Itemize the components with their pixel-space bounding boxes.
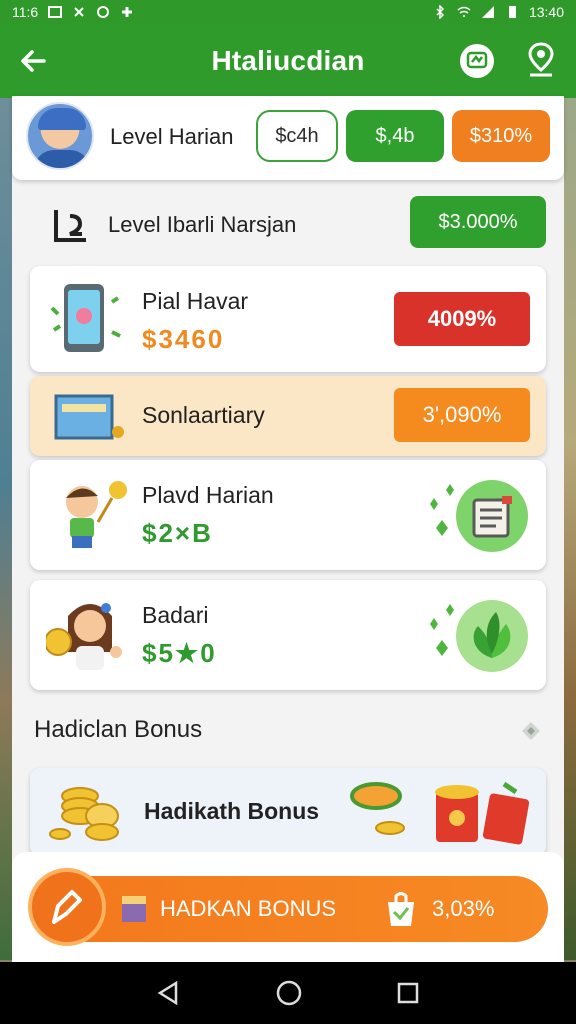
collect-bonus-button[interactable]: HADKAN BONUS 3,03% [28,868,548,946]
reward-1-amount: $3460 [142,324,225,354]
main-panel: Level Harian $c4h $,4b $310% Level Ibarl… [12,96,564,966]
bonus-section-title: Hadiclan Bonus [34,716,203,743]
reward-1-title: Pial Havar [142,288,249,314]
wifi-icon [97,6,110,18]
status-bar: 11:6 13:40 [0,0,576,24]
app-bar: Htaliucdian [0,24,576,98]
reward-card-2[interactable]: Sonlaartiary 3',090% [30,376,546,456]
reward-card-1[interactable]: Pial Havar $3460 4009% [30,266,546,372]
shopping-bag-icon [388,892,414,926]
system-nav-bar [0,962,576,1024]
bluetooth-icon [74,7,84,17]
document-badge-icon [430,480,528,552]
reward-3-title: Plavd Harian [142,482,274,508]
gift-boxes-icon [350,781,530,845]
bonus-bar-label: HADKAN BONUS [160,896,337,921]
level-orange-button[interactable]: $310% [452,110,550,162]
bonus-card-title: Hadikath Bonus [144,798,320,824]
level-row: Level Ibarli Narsjan $3.000% [30,196,546,258]
girl-character-icon [46,603,122,670]
crate-icon [54,394,124,440]
level-chart-icon [54,210,86,242]
reward-2-title: Sonlaartiary [142,402,265,428]
level-row-button[interactable]: $3.000% [410,196,546,248]
wifi-signal-icon [457,6,471,17]
location-pin-icon[interactable] [526,42,556,78]
battery-icon [508,6,516,18]
avatar-shirt [34,150,90,168]
level-card: Level Harian $c4h $,4b $310% [12,96,564,180]
back-arrow-icon[interactable] [18,46,48,76]
bonus-bar-value: 3,03% [432,896,495,921]
bluetooth-icon [436,5,445,19]
plus-icon [122,7,133,17]
cell-signal-icon [481,6,494,18]
level-row-label: Level Ibarli Narsjan [108,212,297,237]
home-circle-icon[interactable] [275,979,303,1007]
level-label: Level Harian [110,124,234,149]
gift-box-icon [122,896,146,922]
reward-card-4[interactable]: Badari $5★0 [30,580,546,690]
reward-card-3[interactable]: Plavd Harian $2×B [30,460,546,570]
leaf-badge-icon [430,600,528,672]
level-outline-button[interactable]: $c4h [256,110,338,162]
avatar [26,102,94,170]
status-time-right: 13:40 [528,4,564,20]
reward-4-amount: $5★0 [142,638,217,668]
coins-icon [49,787,119,841]
image-icon [48,6,63,18]
chat-icon[interactable] [460,44,494,78]
back-triangle-icon[interactable] [156,980,182,1006]
pen-icon [52,890,82,924]
kid-character-icon [66,481,127,548]
chat-glyph-icon [466,51,488,69]
reward-4-title: Badari [142,602,209,628]
reward-1-button[interactable]: 4009% [394,292,530,346]
phone-icon [50,284,121,352]
level-green-button[interactable]: $,4b [346,110,444,162]
avatar-cap [38,108,86,130]
diamond-arrows-icon[interactable] [520,720,542,742]
bonus-card[interactable]: Hadikath Bonus [30,768,546,856]
reward-2-button[interactable]: 3',090% [394,388,530,442]
pen-badge-icon [28,868,106,946]
recents-square-icon[interactable] [396,981,420,1005]
status-time-left: 11:6 [12,4,39,20]
reward-3-amount: $2×B [142,518,213,548]
app-title: Htaliucdian [211,45,365,76]
